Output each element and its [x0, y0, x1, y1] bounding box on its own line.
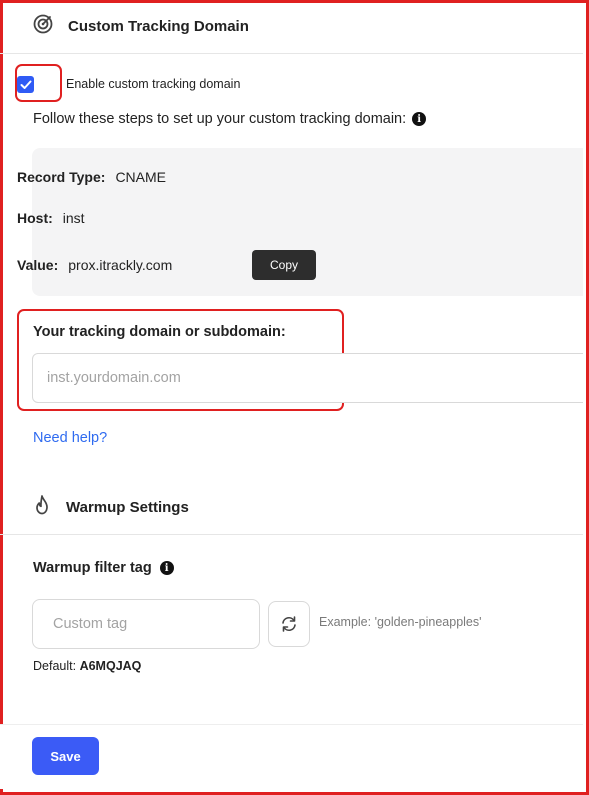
info-icon[interactable]: i: [159, 561, 174, 575]
record-type-key: Record Type:: [17, 169, 106, 185]
footer-bar: Save: [0, 724, 583, 789]
flame-icon: [32, 494, 52, 520]
checkmark-icon: [20, 80, 31, 89]
need-help-link[interactable]: Need help?: [33, 430, 107, 446]
tracking-domain-input[interactable]: [32, 353, 583, 403]
refresh-icon: [282, 616, 296, 632]
tracking-section-header: Custom Tracking Domain: [32, 14, 249, 38]
tag-example-text: Example: 'golden-pineapples': [319, 615, 482, 629]
instructions-text: Follow these steps to set up your custom…: [33, 111, 407, 127]
settings-panel: Custom Tracking Domain Enable custom tra…: [0, 0, 583, 789]
target-icon: [32, 13, 54, 39]
divider: [0, 53, 583, 54]
default-tag: Default: A6MQJAQ: [33, 659, 141, 673]
refresh-tag-button[interactable]: [268, 601, 310, 647]
warmup-filter-text: Warmup filter tag: [33, 560, 152, 576]
host-key: Host:: [17, 210, 53, 226]
custom-tag-input[interactable]: [32, 599, 260, 649]
value-value: prox.itrackly.com: [68, 257, 173, 273]
enable-tracking-label[interactable]: Enable custom tracking domain: [66, 77, 240, 91]
value-row: Value: prox.itrackly.com: [17, 257, 172, 273]
warmup-section-title: Warmup Settings: [66, 498, 189, 516]
domain-label: Your tracking domain or subdomain:: [33, 324, 286, 340]
value-key: Value:: [17, 257, 59, 273]
default-tag-value: A6MQJAQ: [79, 659, 142, 673]
copy-button[interactable]: Copy: [252, 250, 316, 280]
host-value: inst: [62, 210, 85, 226]
warmup-filter-label: Warmup filter tag i: [33, 560, 174, 576]
host-row: Host: inst: [17, 210, 85, 226]
divider: [0, 534, 583, 535]
tracking-section-title: Custom Tracking Domain: [68, 17, 249, 35]
instructions: Follow these steps to set up your custom…: [33, 111, 427, 127]
save-button[interactable]: Save: [32, 737, 99, 775]
enable-tracking-checkbox[interactable]: [17, 76, 34, 93]
warmup-section-header: Warmup Settings: [32, 495, 189, 519]
record-type-value: CNAME: [115, 169, 166, 185]
default-tag-prefix: Default:: [33, 659, 77, 673]
record-type-row: Record Type: CNAME: [17, 169, 166, 185]
info-icon[interactable]: i: [412, 112, 427, 126]
